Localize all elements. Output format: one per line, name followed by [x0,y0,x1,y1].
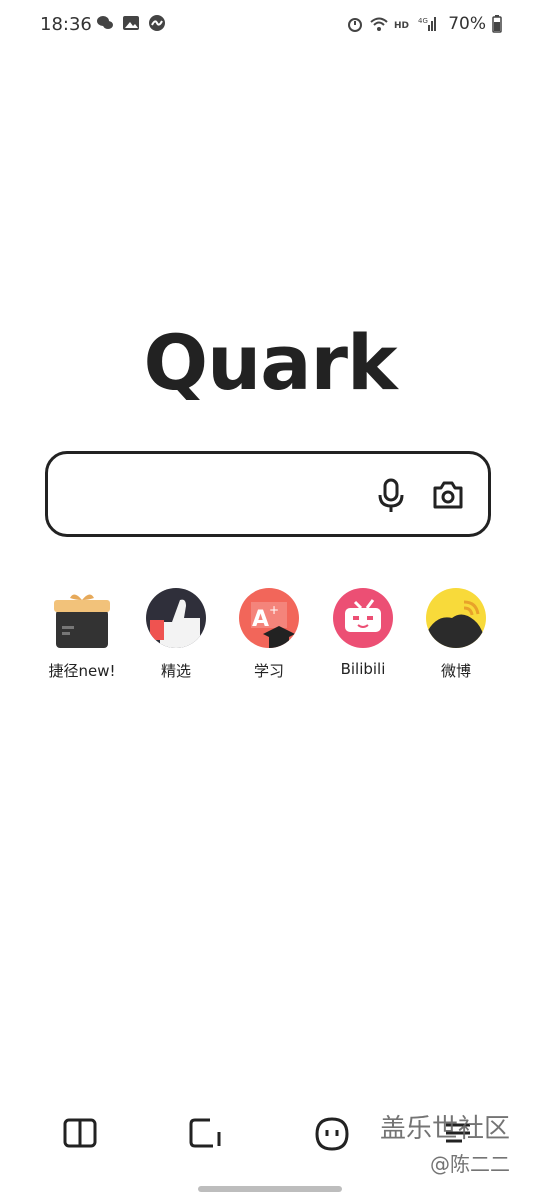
gift-box-icon [52,588,112,648]
shortcut-bilibili[interactable]: Bilibili [316,588,410,678]
shortcut-label: Bilibili [340,660,386,678]
status-time: 18:36 [40,14,92,35]
watermark-community: 盖乐世社区 [380,1114,511,1144]
microphone-icon[interactable] [376,478,406,514]
hd-icon: HD [394,21,409,31]
status-bar: 18:36 HD 4G 70% [0,0,540,50]
search-box[interactable] [45,451,491,537]
learning-icon: A + [239,588,299,648]
svg-text:A: A [252,607,269,632]
window-icon[interactable] [188,1116,224,1150]
gallery-icon [123,16,139,30]
svg-text:4G: 4G [418,17,428,25]
shortcut-weibo[interactable]: 微博 [409,588,503,681]
quark-logo: Quark [143,318,397,407]
battery-percentage: 70% [448,14,486,34]
wifi-icon [370,17,388,31]
status-right-icons: HD 4G 70% [346,14,502,34]
shortcut-label: 学习 [253,662,284,680]
shortcut-quick[interactable]: 捷径new! [35,588,129,681]
home-indicator[interactable] [198,1186,342,1192]
app-icon [149,15,165,31]
svg-text:+: + [269,603,279,617]
watermark-author: @陈二二 [430,1152,510,1176]
shortcut-study[interactable]: A + 学习 [222,588,316,681]
shortcut-featured[interactable]: 精选 [129,588,223,681]
search-input[interactable] [66,474,370,516]
weibo-icon [426,588,486,648]
thumbs-up-icon [146,588,206,648]
book-icon[interactable] [62,1116,98,1150]
shortcut-label: 微博 [440,662,471,680]
signal-4g-icon: 4G [418,17,437,31]
wechat-icon [97,16,113,29]
svg-text:HD: HD [394,21,409,31]
shortcut-label: 精选 [160,662,191,680]
alarm-icon [348,18,363,32]
status-left-icons [96,14,166,32]
battery-icon [492,15,502,33]
shortcut-label: 捷径new! [48,662,116,680]
camera-icon[interactable] [432,480,464,510]
bilibili-icon [333,588,393,648]
chat-icon[interactable] [314,1116,350,1152]
